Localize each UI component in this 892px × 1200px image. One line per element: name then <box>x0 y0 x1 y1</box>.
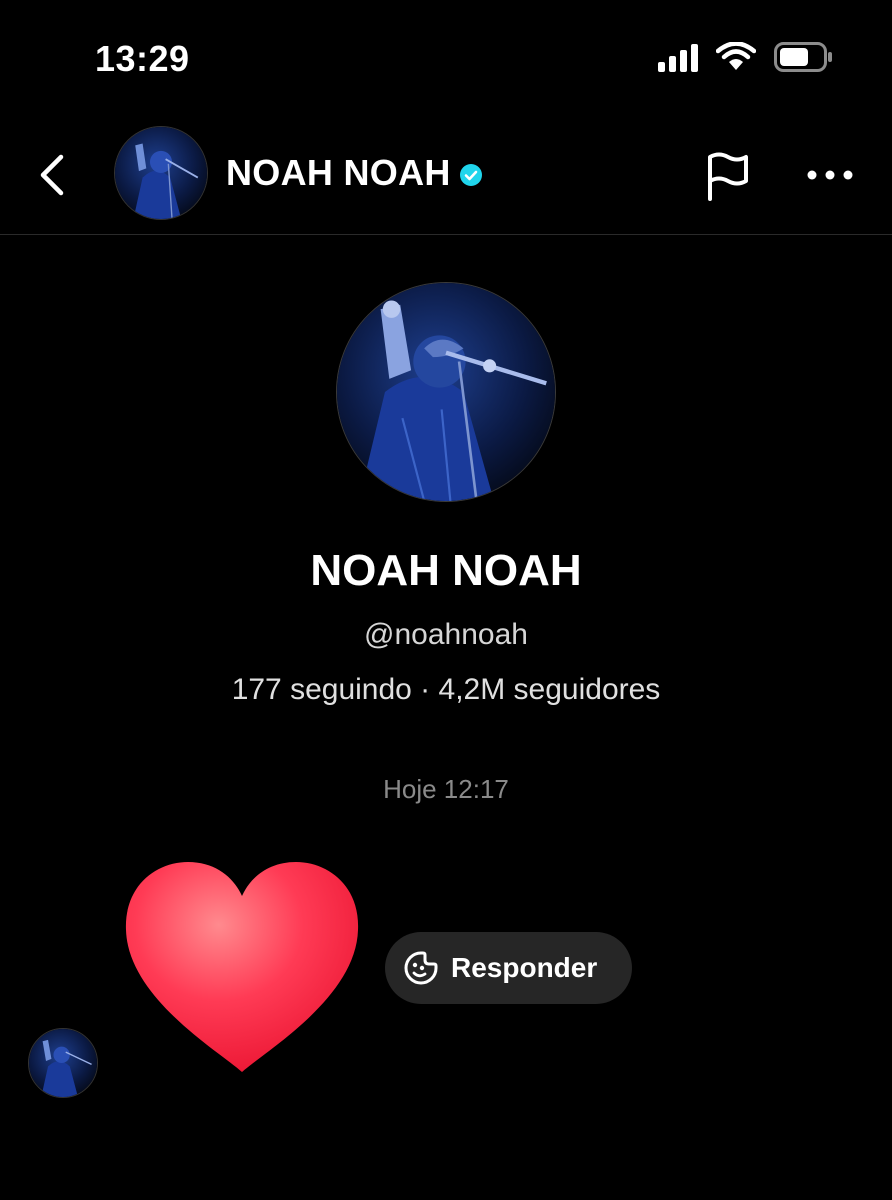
wifi-icon <box>716 42 756 70</box>
chevron-left-icon <box>40 154 64 196</box>
sticker-face-icon <box>404 951 438 985</box>
more-options-button[interactable] <box>800 150 860 200</box>
status-time: 13:29 <box>95 38 190 79</box>
avatar-image <box>29 1029 97 1097</box>
back-button[interactable] <box>30 150 74 200</box>
more-horizontal-icon <box>807 170 853 180</box>
header-avatar[interactable] <box>114 126 208 220</box>
header-name: NOAH NOAH <box>226 152 451 193</box>
reply-button[interactable]: Responder <box>385 932 632 1004</box>
avatar-image <box>337 283 555 501</box>
avatar-image <box>115 127 207 219</box>
status-icons <box>658 42 834 72</box>
conversation-header: NOAH NOAH <box>0 120 892 235</box>
profile-avatar[interactable] <box>336 282 556 502</box>
heart-emoji[interactable] <box>120 856 364 1080</box>
flag-icon <box>708 152 748 201</box>
profile-name: NOAH NOAH <box>310 546 582 595</box>
reply-label: Responder <box>451 952 598 983</box>
verified-badge-icon <box>459 164 482 186</box>
report-flag-button[interactable] <box>700 148 756 204</box>
status-bar: 13:29 <box>0 0 892 120</box>
message-timestamp: Hoje 12:17 <box>383 774 509 804</box>
profile-stats: 177 seguindo · 4,2M seguidores <box>231 673 661 706</box>
header-name-group[interactable]: NOAH NOAH <box>226 152 483 194</box>
cellular-signal-icon <box>658 42 698 72</box>
battery-icon <box>774 42 832 72</box>
sender-avatar[interactable] <box>28 1028 98 1098</box>
profile-handle: @noahnoah <box>364 618 528 651</box>
